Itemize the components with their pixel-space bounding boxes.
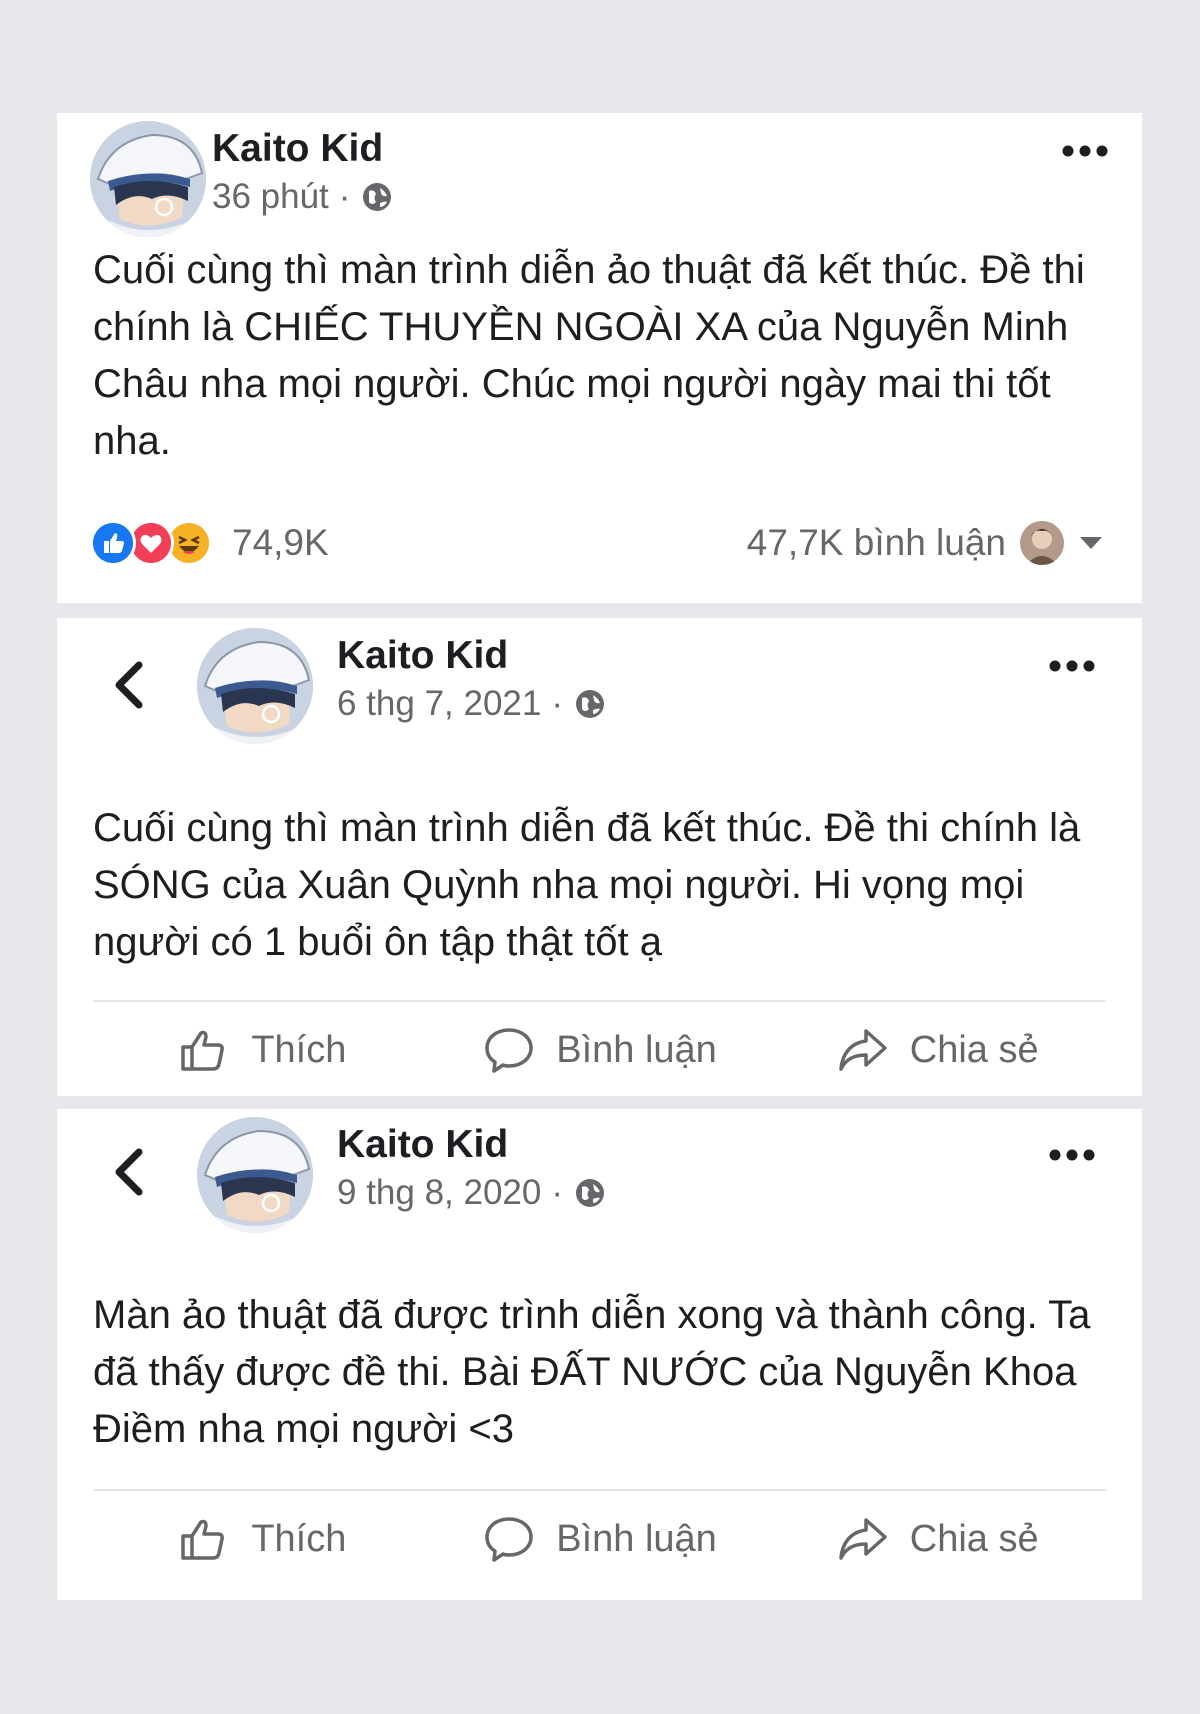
post-meta: 9 thg 8, 2020 ·: [337, 1173, 607, 1213]
author-avatar[interactable]: [197, 628, 313, 744]
share-icon: [836, 1023, 890, 1077]
post-actions: Thích Bình luận Chia sẻ: [93, 1013, 1106, 1087]
globe-icon: [360, 180, 394, 214]
post-time[interactable]: 9 thg 8, 2020: [337, 1173, 541, 1213]
reaction-icons[interactable]: [90, 518, 230, 568]
comment-icon: [482, 1023, 536, 1077]
meta-separator: ·: [551, 684, 563, 723]
divider: [93, 1000, 1106, 1002]
reactions-left[interactable]: 74,9K: [90, 518, 329, 568]
globe-icon: [573, 687, 607, 721]
thumbs-up-icon: [177, 1512, 231, 1566]
post-text: Cuối cùng thì màn trình diễn đã kết thúc…: [93, 806, 1081, 964]
back-arrow-icon[interactable]: [109, 1147, 149, 1197]
post-meta: 36 phút ·: [212, 177, 394, 217]
post-time[interactable]: 6 thg 7, 2021: [337, 684, 541, 724]
more-options-icon[interactable]: [1047, 1145, 1097, 1165]
like-button[interactable]: Thích: [93, 1013, 431, 1087]
like-reaction-icon: [90, 520, 136, 566]
globe-icon: [573, 1176, 607, 1210]
more-options-icon[interactable]: [1047, 656, 1097, 676]
author-name[interactable]: Kaito Kid: [337, 1123, 508, 1167]
like-label: Thích: [251, 1028, 347, 1071]
share-button[interactable]: Chia sẻ: [768, 1013, 1106, 1087]
comment-button[interactable]: Bình luận: [431, 1013, 769, 1087]
post-text: Màn ảo thuật đã được trình diễn xong và …: [93, 1293, 1091, 1451]
post-meta: 6 thg 7, 2021 ·: [337, 684, 607, 724]
comment-icon: [482, 1512, 536, 1566]
author-avatar[interactable]: [197, 1117, 313, 1233]
chevron-down-icon[interactable]: [1078, 534, 1104, 552]
comment-label: Bình luận: [556, 1517, 717, 1560]
post-card: Kaito Kid 9 thg 8, 2020 · Màn ảo thuật đ…: [57, 1109, 1142, 1600]
comment-count[interactable]: 47,7K bình luận: [747, 522, 1006, 564]
comment-label: Bình luận: [556, 1028, 717, 1071]
like-button[interactable]: Thích: [93, 1502, 431, 1576]
reactions-right: 47,7K bình luận: [747, 521, 1104, 565]
share-label: Chia sẻ: [909, 1517, 1039, 1560]
meta-separator: ·: [338, 177, 351, 216]
meta-separator: ·: [551, 1173, 563, 1212]
viewer-avatar[interactable]: [1020, 521, 1064, 565]
divider: [93, 1489, 1106, 1491]
post-actions: Thích Bình luận Chia sẻ: [93, 1502, 1106, 1576]
reactions-summary: 74,9K 47,7K bình luận: [90, 518, 1104, 568]
post-time[interactable]: 36 phút: [212, 177, 329, 217]
post-card: Kaito Kid 6 thg 7, 2021 · Cuối cùng thì …: [57, 618, 1142, 1096]
back-arrow-icon[interactable]: [109, 660, 149, 710]
reaction-count[interactable]: 74,9K: [232, 522, 329, 564]
share-button[interactable]: Chia sẻ: [768, 1502, 1106, 1576]
author-name[interactable]: Kaito Kid: [212, 127, 383, 171]
like-label: Thích: [251, 1517, 347, 1560]
comment-button[interactable]: Bình luận: [431, 1502, 769, 1576]
author-name[interactable]: Kaito Kid: [337, 634, 508, 678]
post-text: Cuối cùng thì màn trình diễn ảo thuật đã…: [93, 248, 1085, 463]
share-icon: [836, 1512, 890, 1566]
author-avatar[interactable]: [90, 121, 206, 237]
more-options-icon[interactable]: [1060, 141, 1110, 161]
thumbs-up-icon: [177, 1023, 231, 1077]
post-card: Kaito Kid 36 phút · Cuối cùng thì màn tr…: [57, 113, 1142, 603]
share-label: Chia sẻ: [909, 1028, 1039, 1071]
